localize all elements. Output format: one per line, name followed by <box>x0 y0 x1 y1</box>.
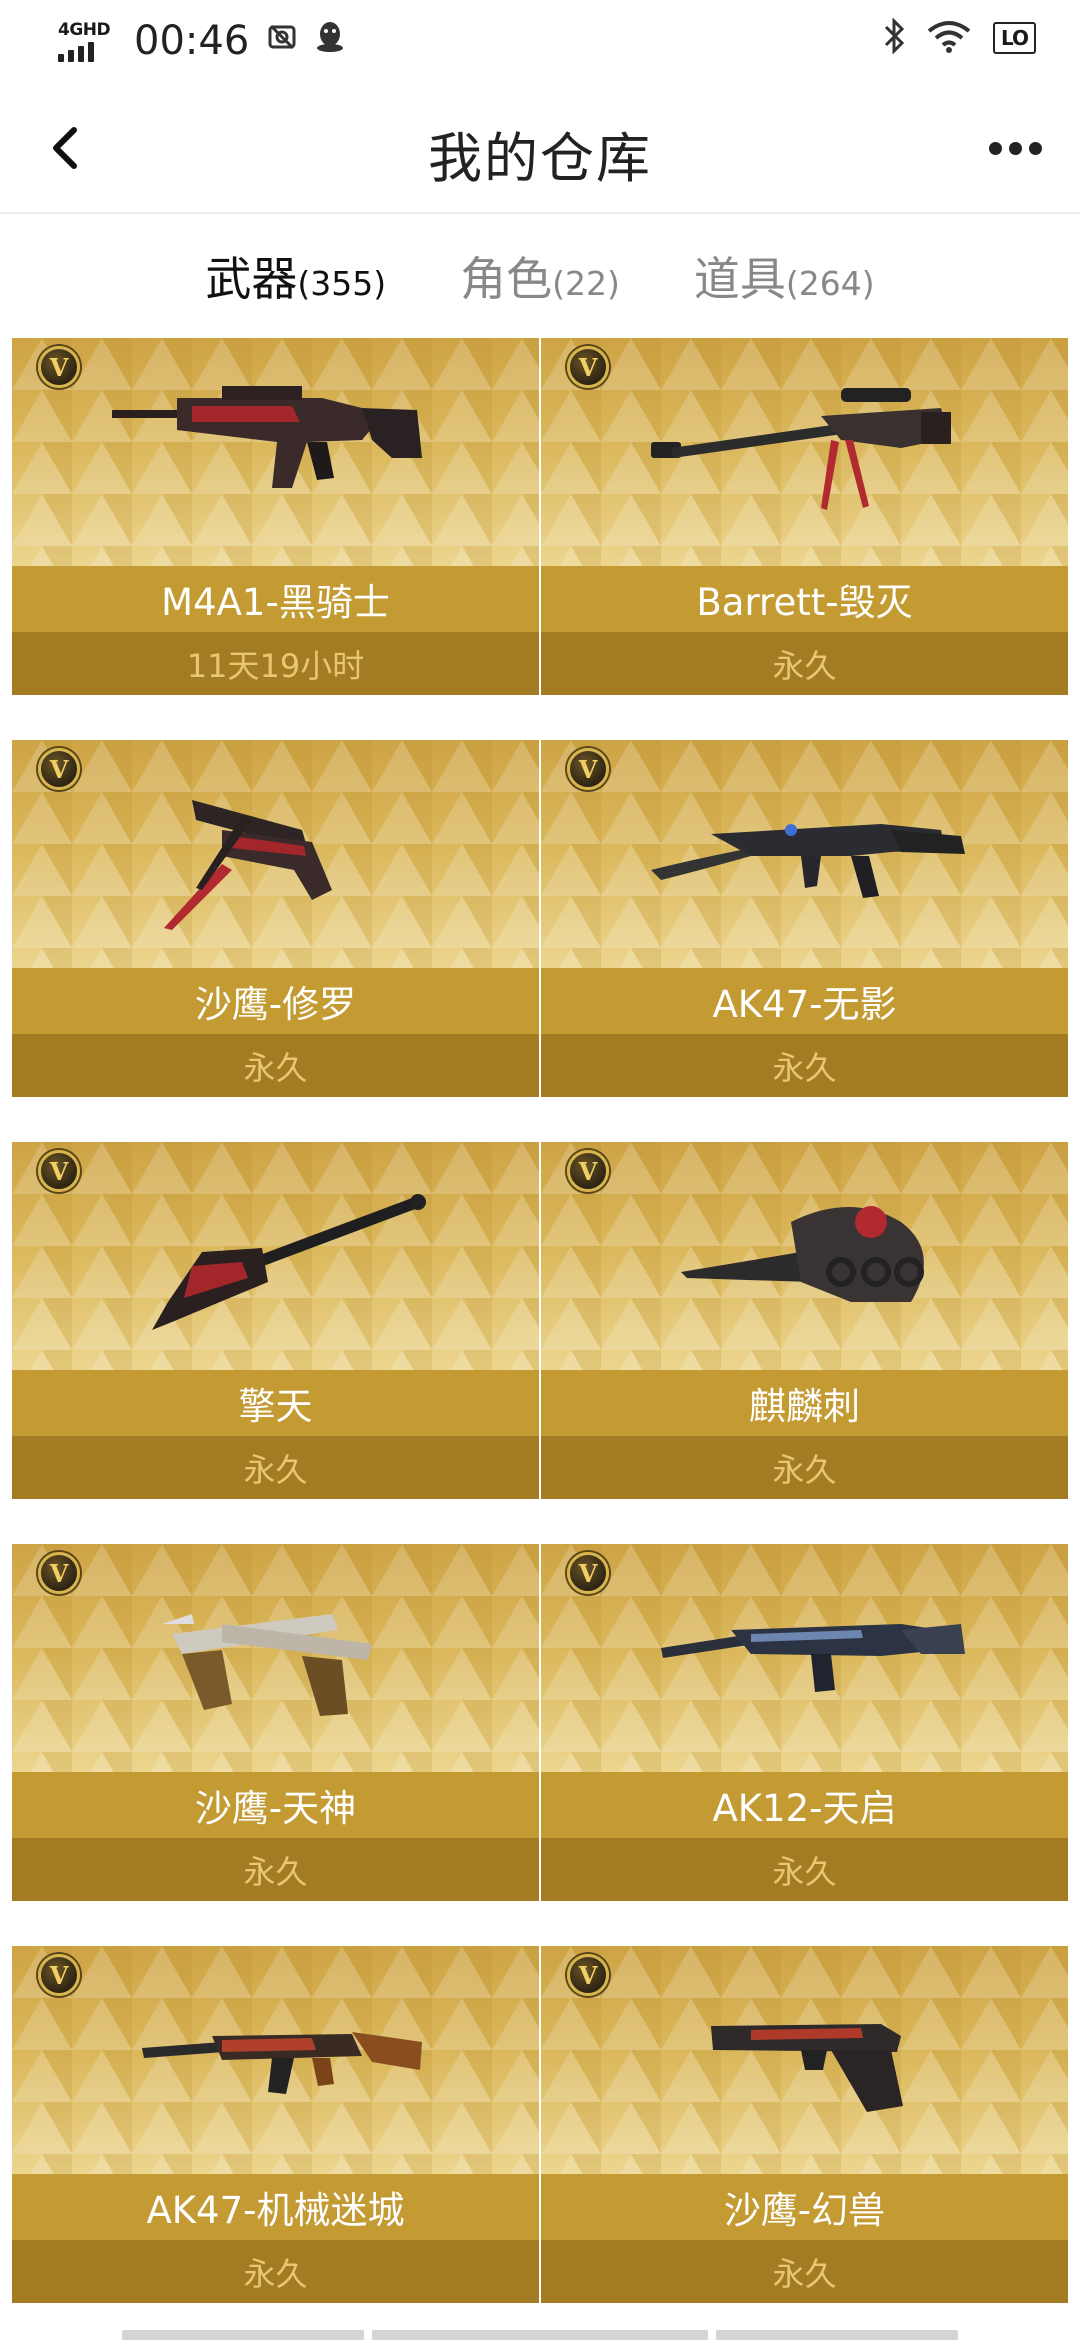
next-row-peek <box>372 2330 708 2340</box>
weapon-card[interactable]: V 沙鹰-修罗 永久 <box>12 740 539 1097</box>
weapon-card[interactable]: V 擎天 永久 <box>12 1142 539 1499</box>
desert-eagle-pistol-icon <box>164 800 332 930</box>
more-options-button[interactable] <box>980 128 1050 168</box>
weapon-name: AK47-机械迷城 <box>12 2174 539 2240</box>
network-type: 4GHD <box>58 20 111 40</box>
weapon-card[interactable]: V AK47-无影 永久 <box>541 740 1068 1097</box>
weapon-card[interactable]: V Barrett-毁灭 永久 <box>541 338 1068 695</box>
tab-label: 角色 <box>460 252 553 306</box>
ak47-rifle-icon <box>651 824 965 898</box>
page-title: 我的仓库 <box>428 127 652 190</box>
weapon-name: AK47-无影 <box>541 968 1068 1034</box>
weapon-card[interactable]: V AK12-天启 永久 <box>541 1544 1068 1901</box>
tab-label: 武器 <box>205 252 298 306</box>
weapon-duration: 永久 <box>541 632 1068 695</box>
weapon-name: 沙鹰-幻兽 <box>541 2174 1068 2240</box>
weapon-card[interactable]: V 沙鹰-天神 永久 <box>12 1544 539 1901</box>
weapon-duration: 永久 <box>12 1034 539 1097</box>
tab-count: (355) <box>297 264 387 303</box>
weapon-card[interactable]: V 麒麟刺 永久 <box>541 1142 1068 1499</box>
category-tabs: 武器 (355) 角色 (22) 道具 (264) <box>0 214 1080 338</box>
tab-count: (22) <box>552 264 620 303</box>
weapon-name: 沙鹰-天神 <box>12 1772 539 1838</box>
status-bar: 4GHD 00:46 LO <box>0 0 1080 84</box>
weapon-card[interactable]: V M4A1-黑骑士 11天19小时 <box>12 338 539 695</box>
pistol-icon <box>711 2024 903 2112</box>
battery-icon: LO <box>992 22 1036 54</box>
more-dots-icon <box>988 141 1002 155</box>
weapon-name: 沙鹰-修罗 <box>12 968 539 1034</box>
status-time: 00:46 <box>134 18 250 64</box>
weapon-card[interactable]: V 沙鹰-幻兽 永久 <box>541 1946 1068 2303</box>
weapon-duration: 永久 <box>541 2240 1068 2303</box>
m4a1-rifle-icon <box>112 386 422 488</box>
weapon-name: 擎天 <box>12 1370 539 1436</box>
dual-pistols-icon <box>162 1614 372 1716</box>
weapon-card[interactable]: V AK47-机械迷城 永久 <box>12 1946 539 2303</box>
weapon-name: M4A1-黑骑士 <box>12 566 539 632</box>
bluetooth-icon <box>883 17 905 58</box>
weapon-name: Barrett-毁灭 <box>541 566 1068 632</box>
tab-label: 道具 <box>693 252 786 306</box>
weapon-duration: 11天19小时 <box>12 632 539 695</box>
tab-items[interactable]: 道具 (264) <box>694 243 875 309</box>
tab-count: (264) <box>785 264 875 303</box>
tab-weapons[interactable]: 武器 (355) <box>205 243 386 309</box>
next-row-peek <box>716 2330 958 2340</box>
ak47-wood-rifle-icon <box>142 2032 422 2094</box>
weapon-duration: 永久 <box>541 1838 1068 1901</box>
screenshot-icon <box>267 22 297 60</box>
spade-melee-icon <box>152 1194 426 1330</box>
app-header: 我的仓库 <box>0 84 1080 214</box>
cellular-signal-icon: 4GHD <box>56 20 112 62</box>
weapon-duration: 永久 <box>12 1838 539 1901</box>
weapon-name: 麒麟刺 <box>541 1370 1068 1436</box>
weapon-duration: 永久 <box>541 1436 1068 1499</box>
weapon-name: AK12-天启 <box>541 1772 1068 1838</box>
tab-characters[interactable]: 角色 (22) <box>460 243 620 309</box>
next-row-peek <box>122 2330 364 2340</box>
weapon-duration: 永久 <box>541 1034 1068 1097</box>
weapon-duration: 永久 <box>12 1436 539 1499</box>
qq-penguin-icon <box>315 20 345 62</box>
knuckle-blade-icon <box>681 1206 924 1302</box>
weapon-duration: 永久 <box>12 2240 539 2303</box>
wifi-icon <box>927 19 971 57</box>
sniper-rifle-icon <box>651 388 951 510</box>
ak12-rifle-icon <box>661 1624 965 1692</box>
